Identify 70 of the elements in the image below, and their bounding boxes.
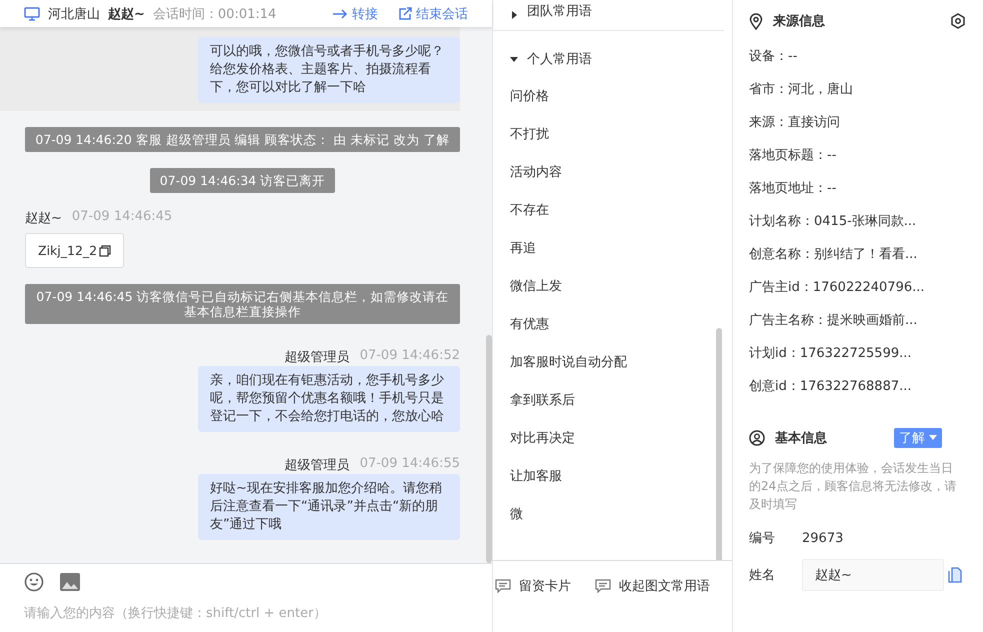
system-notice: 07-09 14:46:20 客服 超级管理员 编辑 顾客状态： 由 未标记 改为 了解 xyxy=(25,127,460,152)
phrase-item[interactable]: 不打扰 xyxy=(493,125,732,163)
message-time: 07-09 14:46:45 xyxy=(72,209,172,226)
section-title: 基本信息 xyxy=(775,430,827,447)
section-title: 来源信息 xyxy=(773,13,825,30)
visitor-location: 河北唐山 xyxy=(48,6,100,22)
field-label: 编号 xyxy=(749,530,776,547)
exit-icon xyxy=(398,6,412,20)
phrase-item[interactable]: 不存在 xyxy=(493,201,732,239)
phrase-item[interactable]: 让加客服 xyxy=(493,467,732,505)
message-time: 07-09 14:46:55 xyxy=(360,456,460,473)
info-field: 计划名称：0415-张琳同款... xyxy=(749,214,967,247)
settings-icon[interactable] xyxy=(950,13,966,29)
session-time: 会话时间：00:01:14 xyxy=(152,6,276,22)
info-field: 创意id：176322768887... xyxy=(749,379,967,412)
message-time: 07-09 14:46:52 xyxy=(360,348,460,365)
info-field: 省市：河北，唐山 xyxy=(749,82,967,115)
phrase-action-button[interactable]: 留资卡片 xyxy=(495,577,571,595)
emoji-icon xyxy=(24,572,44,592)
message-bubble: 可以的哦，您微信号或者手机号多少呢？给您发价格表、主题客片、拍摄流程看下，您可以对比了解一下哈 xyxy=(198,37,460,103)
phrase-item[interactable]: 活动内容 xyxy=(493,163,732,201)
phrase-item[interactable]: 微 xyxy=(493,505,732,543)
group-title: 个人常用语 xyxy=(527,51,592,68)
system-notice: 07-09 14:46:45 访客微信号已自动标记右侧基本信息栏，如需修改请在基本信息栏直接操作 xyxy=(25,284,460,324)
scrollbar[interactable] xyxy=(486,335,492,563)
phrase-item[interactable]: 对比再决定 xyxy=(493,429,732,467)
arrow-icon xyxy=(332,8,348,18)
phrase-group-header[interactable]: 个人常用语 xyxy=(493,45,732,73)
phrase-item[interactable]: 拿到联系后 xyxy=(493,391,732,429)
phrase-item[interactable]: 有优惠 xyxy=(493,315,732,353)
end-session-button[interactable]: 结束会话 xyxy=(398,4,468,22)
copy-icon xyxy=(99,244,112,256)
info-field: 计划id：176322725599... xyxy=(749,346,967,379)
phrase-item[interactable]: 再追 xyxy=(493,239,732,277)
name-field[interactable]: 赵赵~ xyxy=(802,559,944,591)
sender-name: 赵赵~ xyxy=(25,210,62,227)
message-bubble: 好哒~现在安排客服加您介绍哈。请您稍后注意查看一下“通讯录”并点击“新的朋友”通过下哦 xyxy=(198,474,460,540)
message-bubble: 亲，咱们现在有钜惠活动，您手机号多少呢，帮您预留个优惠名额哦！手机号只是登记一下，不会给您打电话的，您放心哈 xyxy=(198,366,460,432)
field-label: 姓名 xyxy=(749,567,776,584)
phrase-action-button[interactable]: 收起图文常用语 xyxy=(595,577,710,595)
message-text: Zikj_12_2 xyxy=(38,243,98,258)
transfer-button[interactable]: 转接 xyxy=(332,4,378,22)
group-title: 团队常用语 xyxy=(527,3,592,20)
message-icon xyxy=(495,579,511,593)
info-note: 为了保障您的使用体验，会话发生当日的24点之后，顾客信息将无法修改，请及时填写 xyxy=(749,460,958,513)
user-circle-icon xyxy=(749,430,765,446)
info-field: 广告主id：176022240796... xyxy=(749,280,967,313)
copy-icon[interactable] xyxy=(948,567,962,583)
phrase-group-header[interactable]: 团队常用语 xyxy=(493,0,732,20)
sender-name: 超级管理员 xyxy=(284,349,350,366)
visitor-name: 赵赵~ xyxy=(108,6,145,22)
info-field: 创意名称：别纠结了！看看... xyxy=(749,247,967,280)
monitor-icon xyxy=(24,6,40,20)
scrollbar[interactable] xyxy=(716,328,722,560)
info-field: 来源：直接访问 xyxy=(749,115,967,148)
info-field: 落地页地址：-- xyxy=(749,181,967,214)
phrase-item[interactable]: 加客服时说自动分配 xyxy=(493,353,732,391)
caret-down-icon xyxy=(929,435,937,441)
phrase-item[interactable]: 问价格 xyxy=(493,87,732,125)
info-field: 落地页标题：-- xyxy=(749,148,967,181)
location-pin-icon xyxy=(749,12,763,30)
field-value: 29673 xyxy=(802,530,844,546)
info-field: 广告主名称：提米映画婚前... xyxy=(749,313,967,346)
sender-name: 超级管理员 xyxy=(284,457,350,474)
phrase-item[interactable]: 微信上发 xyxy=(493,277,732,315)
message-icon xyxy=(595,579,611,593)
info-field: 设备：-- xyxy=(749,49,967,82)
message-input[interactable]: 请输入您的内容（换行快捷键：shift/ctrl + enter） xyxy=(24,606,468,621)
image-icon xyxy=(60,573,80,591)
system-notice: 07-09 14:46:34 访客已离开 xyxy=(150,168,336,193)
